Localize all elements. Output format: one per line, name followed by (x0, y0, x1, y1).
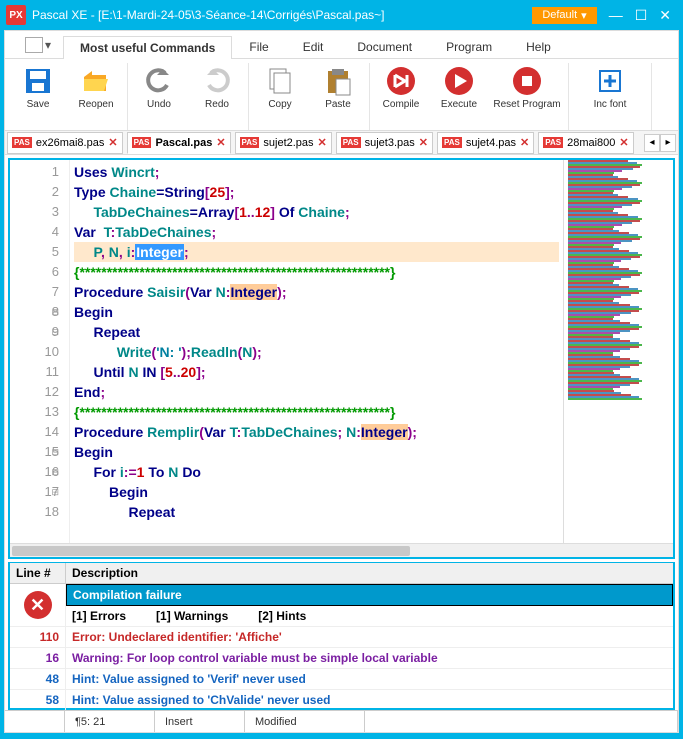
error-row[interactable]: 58Hint: Value assigned to 'ChValide' nev… (10, 690, 673, 711)
compile-icon (385, 65, 417, 97)
quick-access-toolbar[interactable]: ▾ (13, 32, 63, 58)
inc-font-button[interactable]: Inc font (571, 63, 649, 130)
file-tab[interactable]: PASsujet3.pas✕ (336, 132, 433, 154)
execute-icon (443, 65, 475, 97)
execute-button[interactable]: Execute (430, 63, 488, 130)
pas-badge: PAS (12, 137, 32, 148)
compile-button[interactable]: Compile (372, 63, 430, 130)
close-tab-icon[interactable]: ✕ (216, 136, 225, 149)
file-tab[interactable]: PASPascal.pas✕ (127, 132, 231, 154)
close-tab-icon[interactable]: ✕ (619, 136, 628, 149)
minimize-button[interactable]: — (603, 7, 629, 23)
col-line: Line # (10, 563, 66, 583)
reopen-icon (80, 65, 112, 97)
tab-next-button[interactable]: ▸ (660, 134, 676, 152)
tab-prev-button[interactable]: ◂ (644, 134, 660, 152)
close-tab-icon[interactable]: ✕ (318, 136, 327, 149)
pas-badge: PAS (132, 137, 152, 148)
status-insert-mode: Insert (155, 711, 245, 732)
status-cursor-pos: ¶ 5: 21 (65, 711, 155, 732)
editor-area: 12345678⊟9⊟101112131415⊟16⊟17⊟18 Uses Wi… (8, 158, 675, 559)
menu-tab-help[interactable]: Help (509, 35, 568, 58)
file-tab[interactable]: PASsujet2.pas✕ (235, 132, 332, 154)
menu-tab-program[interactable]: Program (429, 35, 509, 58)
pas-badge: PAS (341, 137, 361, 148)
error-row[interactable]: 48Hint: Value assigned to 'Verif' never … (10, 669, 673, 690)
reset-icon (511, 65, 543, 97)
undo-icon (143, 65, 175, 97)
close-tab-icon[interactable]: ✕ (419, 136, 428, 149)
error-panel-header: Line # Description (10, 563, 673, 584)
close-button[interactable]: ✕ (653, 7, 677, 24)
file-tab-bar: PASex26mai8.pas✕PASPascal.pas✕PASsujet2.… (5, 131, 678, 155)
redo-icon (201, 65, 233, 97)
error-row[interactable]: 16Warning: For loop control variable mus… (10, 648, 673, 669)
pas-badge: PAS (442, 137, 462, 148)
menu-tab-edit[interactable]: Edit (286, 35, 341, 58)
copy-icon (264, 65, 296, 97)
status-bar: ¶ 5: 21 Insert Modified (5, 710, 678, 732)
compilation-failure-label: Compilation failure (66, 584, 673, 606)
redo-button[interactable]: Redo (188, 63, 246, 130)
paste-icon (322, 65, 354, 97)
pas-badge: PAS (240, 137, 260, 148)
save-button[interactable]: Save (9, 63, 67, 130)
theme-default-button[interactable]: Default▾ (532, 7, 596, 24)
reopen-button[interactable]: Reopen (67, 63, 125, 130)
pas-badge: PAS (543, 137, 563, 148)
menu-tab-file[interactable]: File (232, 35, 285, 58)
code-editor[interactable]: Uses Wincrt;Type Chaine=String[25]; TabD… (70, 160, 563, 557)
error-summary: [1] Errors[1] Warnings[2] Hints (66, 606, 673, 626)
compilation-failure-row[interactable]: ✕ Compilation failure [1] Errors[1] Warn… (10, 584, 673, 627)
copy-button[interactable]: Copy (251, 63, 309, 130)
menu-tab-most-useful-commands[interactable]: Most useful Commands (63, 36, 232, 59)
error-icon: ✕ (24, 591, 52, 619)
file-tab[interactable]: PASsujet4.pas✕ (437, 132, 534, 154)
window-title: Pascal XE - [E:\1-Mardi-24-05\3-Séance-1… (32, 8, 532, 22)
tab-nav[interactable]: ◂▸ (644, 134, 676, 152)
error-panel: Line # Description ✕ Compilation failure… (8, 562, 675, 710)
paste-button[interactable]: Paste (309, 63, 367, 130)
file-tab[interactable]: PASex26mai8.pas✕ (7, 132, 123, 154)
close-tab-icon[interactable]: ✕ (108, 136, 117, 149)
menu-tab-document[interactable]: Document (340, 35, 429, 58)
error-row[interactable]: 110Error: Undeclared identifier: 'Affich… (10, 627, 673, 648)
title-bar: PX Pascal XE - [E:\1-Mardi-24-05\3-Séanc… (0, 0, 683, 30)
maximize-button[interactable]: ☐ (629, 7, 654, 24)
app-icon: PX (6, 5, 26, 25)
ribbon-toolbar: SaveReopenUndoRedoCopyPasteCompileExecut… (5, 59, 678, 131)
undo-button[interactable]: Undo (130, 63, 188, 130)
minimap[interactable] (563, 160, 673, 557)
incfont-icon (594, 65, 626, 97)
status-modified: Modified (245, 711, 365, 732)
save-icon (22, 65, 54, 97)
file-tab[interactable]: PAS28mai800✕ (538, 132, 633, 154)
menu-bar: ▾ Most useful CommandsFileEditDocumentPr… (5, 31, 678, 59)
reset-program-button[interactable]: Reset Program (488, 63, 566, 130)
close-tab-icon[interactable]: ✕ (520, 136, 529, 149)
line-gutter: 12345678⊟9⊟101112131415⊟16⊟17⊟18 (10, 160, 70, 557)
horizontal-scrollbar[interactable] (10, 543, 673, 557)
col-desc: Description (66, 563, 673, 583)
